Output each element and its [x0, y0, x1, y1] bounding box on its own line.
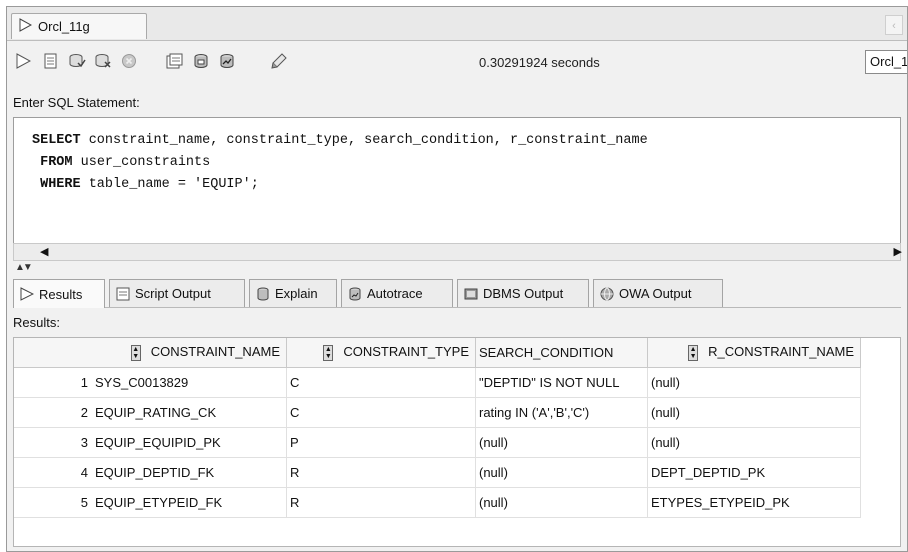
tab-owa-output[interactable]: OWA Output [593, 279, 723, 307]
dbms-output-icon [463, 286, 479, 302]
sql-keyword: SELECT [32, 133, 81, 148]
tab-label: Script Output [135, 286, 211, 301]
clear-eraser-icon[interactable] [269, 51, 289, 71]
tab-dbms-output[interactable]: DBMS Output [457, 279, 589, 307]
sql-keyword: WHERE [32, 177, 81, 192]
connection-select[interactable]: Orcl_1 [865, 50, 907, 74]
tab-label: DBMS Output [483, 286, 564, 301]
script-icon [115, 286, 131, 302]
cell-constraint-type[interactable]: C [286, 367, 476, 398]
results-label: Results: [13, 315, 60, 330]
sql-editor[interactable]: SELECT constraint_name, constraint_type,… [13, 117, 901, 251]
sql-text: table_name = 'EQUIP'; [80, 177, 259, 192]
tab-label: Orcl_11g [38, 19, 90, 34]
row-number: 4 [14, 457, 92, 488]
sql-text: user_constraints [72, 155, 211, 170]
sql-worksheet-window: Orcl_11g ‹ 0.30291924 seconds Orcl_1 Ent… [6, 6, 908, 552]
sql-keyword: FROM [32, 155, 73, 170]
tab-label: Explain [275, 286, 318, 301]
cell-constraint-name[interactable]: EQUIP_DEPTID_FK [92, 457, 287, 488]
explain-plan-icon[interactable] [191, 51, 211, 71]
tab-explain[interactable]: Explain [249, 279, 337, 307]
table-row[interactable]: 2 EQUIP_RATING_CK C rating IN ('A','B','… [14, 397, 861, 428]
table-row[interactable]: 3 EQUIP_EQUIPID_PK P (null) (null) [14, 427, 861, 458]
tab-scroll-icon[interactable]: ‹ [885, 15, 903, 35]
cell-search-condition[interactable]: (null) [475, 457, 648, 488]
column-header-constraint-type[interactable]: ▲ ▼ CONSTRAINT_TYPE [286, 338, 476, 368]
autotrace-icon[interactable] [217, 51, 237, 71]
cell-constraint-type[interactable]: C [286, 397, 476, 428]
worksheet-icon [18, 18, 33, 35]
tab-results[interactable]: Results [13, 279, 105, 308]
cell-r-constraint-name[interactable]: ETYPES_ETYPEID_PK [647, 487, 861, 518]
results-grid[interactable]: ▲ ▼ CONSTRAINT_NAME ▲ ▼ CONSTRAINT_TYPE SEAR… [13, 337, 901, 547]
row-number-header [14, 338, 92, 368]
splitter-handle-icon[interactable]: ▲▼ [15, 262, 33, 273]
document-tabstrip: Orcl_11g ‹ [7, 7, 907, 41]
cell-r-constraint-name[interactable]: DEPT_DEPTID_PK [647, 457, 861, 488]
sql-text: constraint_name, constraint_type, search… [80, 133, 648, 148]
cell-search-condition[interactable]: "DEPTID" IS NOT NULL [475, 367, 648, 398]
run-arrow-icon [19, 286, 35, 302]
scroll-left-icon[interactable]: ◀ [40, 245, 48, 258]
table-row[interactable]: 1 SYS_C0013829 C "DEPTID" IS NOT NULL (n… [14, 367, 861, 398]
cell-search-condition[interactable]: rating IN ('A','B','C') [475, 397, 648, 428]
tab-orcl-11g[interactable]: Orcl_11g [11, 13, 147, 39]
rollback-icon[interactable] [93, 51, 113, 71]
cell-r-constraint-name[interactable]: (null) [647, 397, 861, 428]
cancel-icon[interactable] [119, 51, 139, 71]
cell-r-constraint-name[interactable]: (null) [647, 367, 861, 398]
tab-label: Results [39, 286, 83, 302]
commit-icon[interactable] [67, 51, 87, 71]
row-number: 2 [14, 397, 92, 428]
autotrace-icon [347, 286, 363, 302]
tab-label: OWA Output [619, 286, 692, 301]
result-tabs: Results Script Output Explain Autotrace … [13, 279, 901, 308]
worksheet-toolbar: 0.30291924 seconds Orcl_1 [7, 41, 907, 83]
cell-search-condition[interactable]: (null) [475, 487, 648, 518]
tab-script-output[interactable]: Script Output [109, 279, 245, 307]
editor-horizontal-scrollbar[interactable]: ◀ ▶ [13, 243, 902, 261]
sort-icon[interactable]: ▲ ▼ [323, 344, 334, 361]
row-number: 5 [14, 487, 92, 518]
sort-icon[interactable]: ▲ ▼ [688, 344, 699, 361]
cell-constraint-type[interactable]: R [286, 487, 476, 518]
run-statement-icon[interactable] [13, 51, 33, 71]
cell-constraint-name[interactable]: SYS_C0013829 [92, 367, 287, 398]
table-row[interactable]: 5 EQUIP_ETYPEID_FK R (null) ETYPES_ETYPE… [14, 487, 861, 518]
tab-autotrace[interactable]: Autotrace [341, 279, 453, 307]
execution-time: 0.30291924 seconds [479, 55, 600, 70]
results-table: ▲ ▼ CONSTRAINT_NAME ▲ ▼ CONSTRAINT_TYPE SEAR… [14, 338, 861, 518]
cell-constraint-type[interactable]: R [286, 457, 476, 488]
row-number: 1 [14, 367, 92, 398]
cell-r-constraint-name[interactable]: (null) [647, 427, 861, 458]
explain-plan-icon [255, 286, 271, 302]
column-header-search-condition[interactable]: SEARCH_CONDITION [475, 338, 648, 368]
cell-constraint-name[interactable]: EQUIP_RATING_CK [92, 397, 287, 428]
cell-constraint-name[interactable]: EQUIP_ETYPEID_FK [92, 487, 287, 518]
run-script-icon[interactable] [41, 51, 61, 71]
row-number: 3 [14, 427, 92, 458]
sql-history-icon[interactable] [165, 51, 185, 71]
column-header-r-constraint-name[interactable]: ▲ ▼ R_CONSTRAINT_NAME [647, 338, 861, 368]
cell-search-condition[interactable]: (null) [475, 427, 648, 458]
sql-statement-label: Enter SQL Statement: [13, 95, 140, 110]
tab-label: Autotrace [367, 286, 423, 301]
cell-constraint-name[interactable]: EQUIP_EQUIPID_PK [92, 427, 287, 458]
column-header-constraint-name[interactable]: ▲ ▼ CONSTRAINT_NAME [92, 338, 287, 368]
sort-icon[interactable]: ▲ ▼ [130, 344, 141, 361]
scroll-right-icon[interactable]: ▶ [894, 245, 902, 258]
table-row[interactable]: 4 EQUIP_DEPTID_FK R (null) DEPT_DEPTID_P… [14, 457, 861, 488]
header-row: ▲ ▼ CONSTRAINT_NAME ▲ ▼ CONSTRAINT_TYPE SEAR… [14, 338, 861, 368]
cell-constraint-type[interactable]: P [286, 427, 476, 458]
owa-globe-icon [599, 286, 615, 302]
